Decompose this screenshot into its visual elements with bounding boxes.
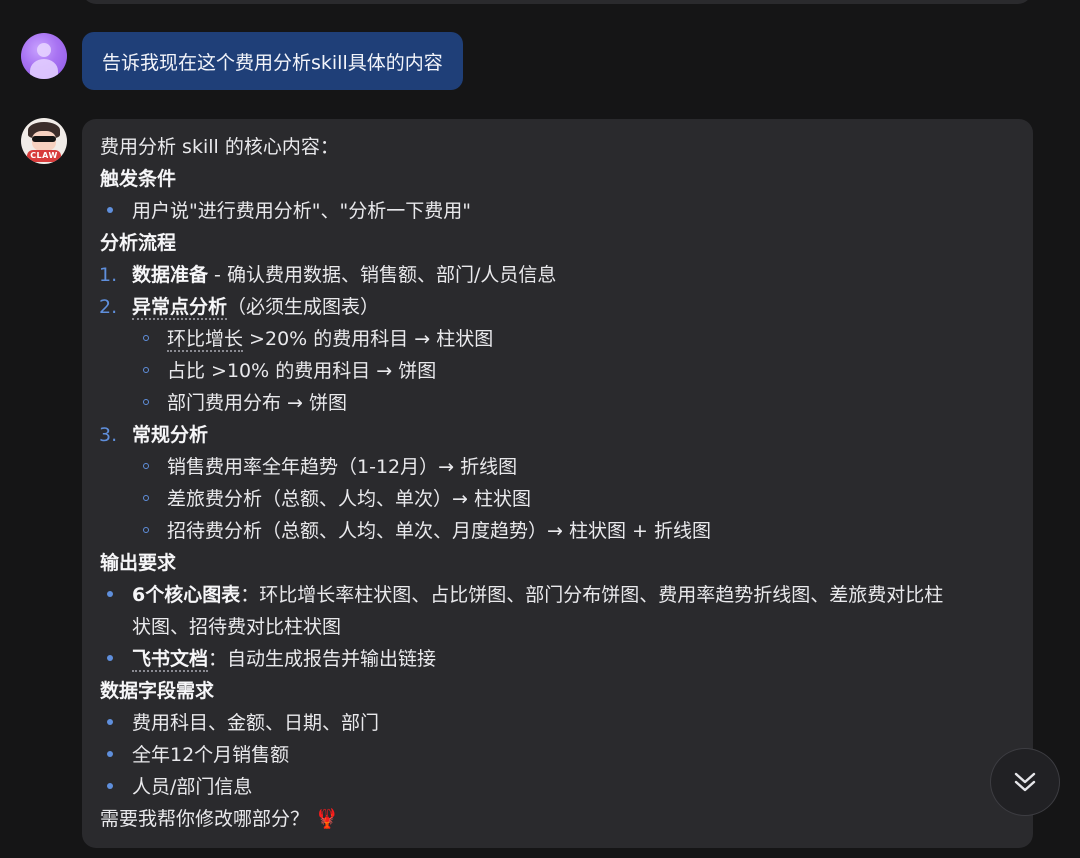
chevron-double-down-icon	[1014, 772, 1036, 792]
section-title-output: 输出要求	[100, 552, 177, 574]
bot-message-bubble	[82, 119, 1033, 848]
step-2-sub-2: 占比 >10% 的费用科目 → 饼图	[167, 360, 437, 382]
section-title-flow: 分析流程	[100, 232, 177, 254]
user-message-bubble: 告诉我现在这个费用分析skill具体的内容	[82, 32, 463, 90]
section-title-trigger: 触发条件	[100, 168, 177, 190]
output-item-1-bold: 6个核心图表	[132, 584, 241, 606]
step-2: 异常点分析（必须生成图表）	[132, 295, 380, 320]
bullet-dot	[107, 591, 113, 597]
step-2-sub-3: 部门费用分布 → 饼图	[167, 392, 347, 414]
step-1-bold: 数据准备	[132, 264, 209, 286]
step-2-text: （必须生成图表）	[227, 296, 380, 318]
bot-avatar-sunglasses	[32, 136, 56, 142]
output-item-1-text: ：环比增长率柱状图、占比饼图、部门分布饼图、费用率趋势折线图、差旅费对比柱	[240, 584, 944, 606]
step-3-sub-3: 招待费分析（总额、人均、单次、月度趋势）→ 柱状图 + 折线图	[167, 520, 711, 542]
step-2-sub-1: 环比增长 >20% 的费用科目 → 柱状图	[167, 327, 494, 352]
scroll-to-bottom-button[interactable]	[990, 748, 1060, 816]
user-message-text: 告诉我现在这个费用分析skill具体的内容	[102, 51, 443, 74]
sub-bullet-ring	[143, 399, 149, 405]
reply-closing: 需要我帮你修改哪部分？ 🦞	[100, 807, 339, 831]
output-item-2-text: ：自动生成报告并输出链接	[208, 648, 437, 670]
step-2-sub-1-term[interactable]: 环比增长	[167, 328, 244, 352]
bullet-dot	[107, 655, 113, 661]
step-1-text: - 确认费用数据、销售额、部门/人员信息	[208, 264, 557, 286]
step-3-bold: 常规分析	[132, 424, 209, 446]
user-avatar-head	[37, 43, 51, 57]
step-number-3: 3.	[99, 424, 118, 446]
output-item-1-cont: 状图、招待费对比柱状图	[132, 616, 342, 638]
step-3-sub-1: 销售费用率全年趋势（1-12月）→ 折线图	[167, 456, 518, 478]
step-2-sub-1-text: >20% 的费用科目 → 柱状图	[243, 328, 494, 350]
step-number-1: 1.	[99, 264, 118, 286]
sub-bullet-ring	[143, 463, 149, 469]
field-item-3: 人员/部门信息	[132, 776, 253, 798]
field-item-1: 费用科目、金额、日期、部门	[132, 712, 380, 734]
bot-avatar[interactable]: CLAW	[21, 118, 67, 164]
bullet-dot	[107, 719, 113, 725]
step-number-2: 2.	[99, 296, 118, 318]
reply-intro: 费用分析 skill 的核心内容：	[100, 136, 339, 158]
bot-avatar-badge: CLAW	[27, 150, 61, 162]
user-avatar[interactable]	[21, 33, 67, 79]
bullet-dot	[107, 207, 113, 213]
reply-closing-text: 需要我帮你修改哪部分？	[100, 808, 310, 830]
user-avatar-body	[30, 59, 58, 79]
lobster-icon: 🦞	[315, 808, 339, 830]
output-item-2-bold[interactable]: 飞书文档	[132, 648, 209, 672]
previous-message-bubble	[82, 0, 1032, 4]
output-item-1: 6个核心图表：环比增长率柱状图、占比饼图、部门分布饼图、费用率趋势折线图、差旅费…	[132, 583, 943, 607]
field-item-2: 全年12个月销售额	[132, 744, 290, 766]
output-item-2: 飞书文档：自动生成报告并输出链接	[132, 647, 437, 672]
bullet-dot	[107, 783, 113, 789]
step-3-sub-2: 差旅费分析（总额、人均、单次）→ 柱状图	[167, 488, 531, 510]
bullet-dot	[107, 751, 113, 757]
sub-bullet-ring	[143, 335, 149, 341]
sub-bullet-ring	[143, 367, 149, 373]
section-title-fields: 数据字段需求	[100, 680, 215, 702]
sub-bullet-ring	[143, 495, 149, 501]
step-1: 数据准备 - 确认费用数据、销售额、部门/人员信息	[132, 263, 556, 287]
step-2-bold[interactable]: 异常点分析	[132, 296, 228, 320]
list-item-trigger: 用户说"进行费用分析"、"分析一下费用"	[132, 200, 471, 222]
sub-bullet-ring	[143, 527, 149, 533]
